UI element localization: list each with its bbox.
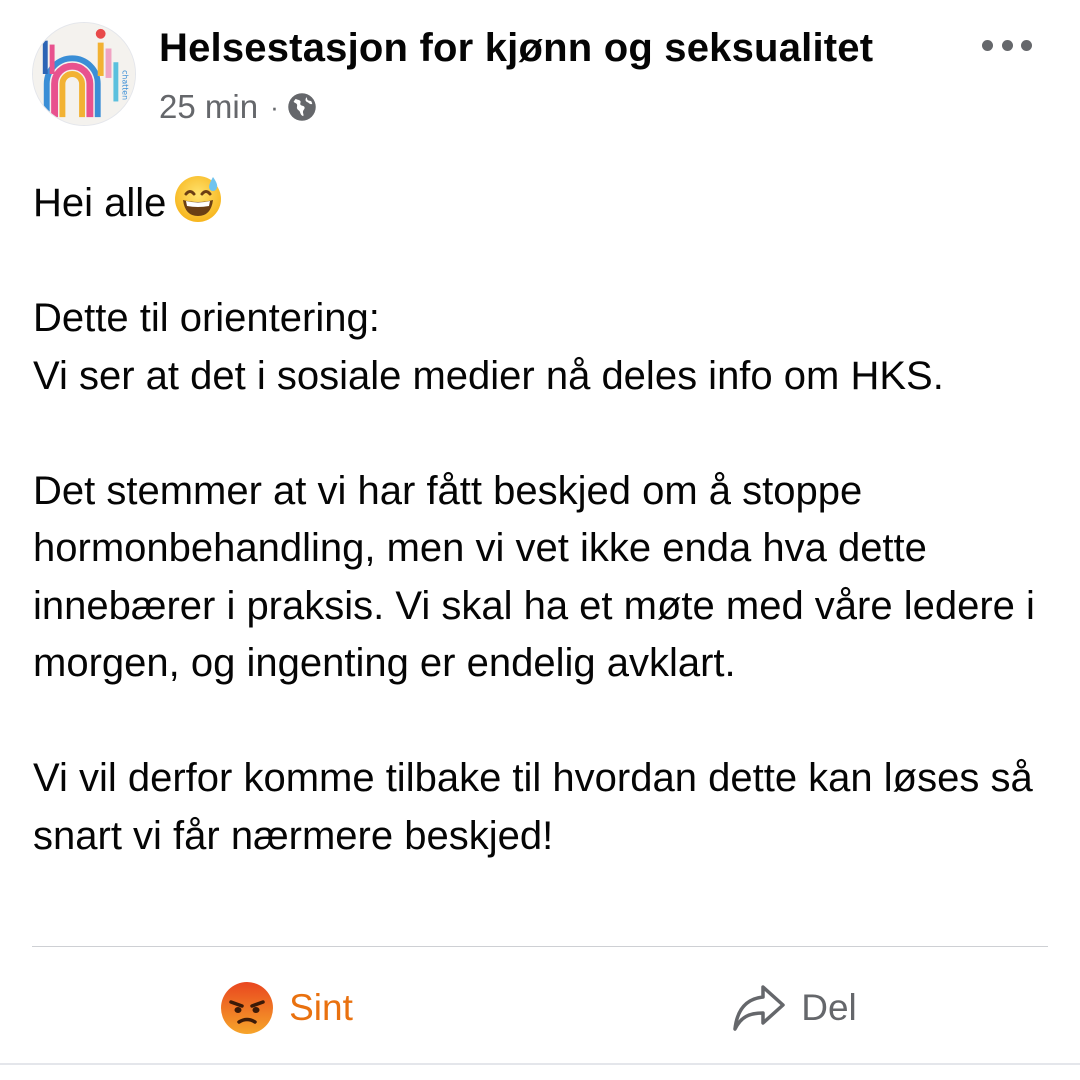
- share-arrow-icon: [733, 984, 785, 1031]
- share-label: Del: [801, 986, 857, 1028]
- page-name[interactable]: Helsestasjon for kjønn og seksualitet: [159, 26, 873, 71]
- post-time[interactable]: 25 min: [159, 88, 258, 126]
- post-paragraph: Hei alle: [33, 172, 1063, 233]
- action-divider: [32, 946, 1048, 947]
- post-body: Hei alle Dette til orientering: Vi ser a…: [33, 172, 1063, 865]
- hks-logo: chatten: [33, 23, 135, 125]
- post-paragraph: Vi vil derfor komme tilbake til hvordan …: [33, 756, 1033, 858]
- reaction-label: Sint: [289, 986, 353, 1028]
- svg-text:chatten: chatten: [120, 70, 129, 100]
- share-button[interactable]: Del: [540, 960, 1048, 1055]
- post-paragraph: Det stemmer at vi har fått beskjed om å …: [33, 468, 1035, 686]
- reaction-button[interactable]: Sint: [32, 960, 540, 1055]
- page-avatar[interactable]: chatten: [32, 22, 136, 126]
- more-dot: [982, 39, 993, 51]
- globe-icon: [287, 93, 316, 121]
- greeting-text: Hei alle: [33, 181, 167, 225]
- more-dot: [1001, 39, 1013, 51]
- more-dot: [1021, 39, 1032, 51]
- bottom-border: [0, 1063, 1080, 1065]
- angry-face-icon: [221, 981, 274, 1034]
- post-actions: Sint Del: [32, 960, 1048, 1055]
- meta-separator: ·: [270, 91, 279, 122]
- facebook-post: chatten Helsestasjon for kjønn og seksua…: [0, 0, 1080, 1080]
- post-paragraph: Vi ser at det i sosiale medier nå deles …: [33, 353, 944, 398]
- grinning-sweat-emoji: [175, 176, 222, 222]
- more-options-icon[interactable]: [982, 30, 1032, 60]
- post-meta: 25 min ·: [159, 88, 317, 126]
- post-paragraph: Dette til orientering:: [33, 296, 380, 340]
